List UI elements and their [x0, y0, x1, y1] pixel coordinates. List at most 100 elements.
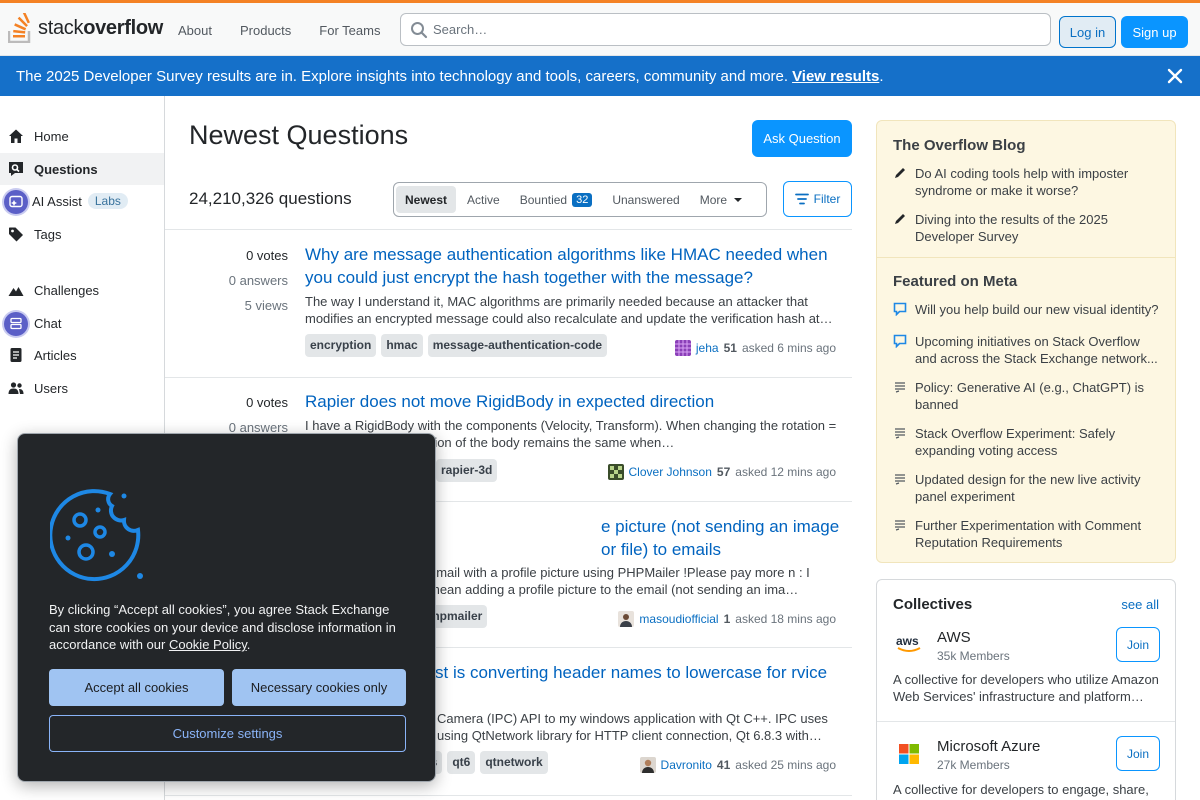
- asked-time[interactable]: asked 6 mins ago: [742, 341, 836, 355]
- asked-time[interactable]: asked 25 mins ago: [735, 758, 836, 772]
- banner-link[interactable]: View results: [792, 68, 879, 85]
- tag[interactable]: qtnetwork: [480, 751, 548, 774]
- necessary-cookies-button[interactable]: Necessary cookies only: [232, 669, 406, 706]
- collective-name[interactable]: Microsoft Azure: [937, 738, 1040, 755]
- nav-products[interactable]: Products: [228, 17, 303, 44]
- nav-about[interactable]: About: [166, 17, 224, 44]
- user-link[interactable]: Clover Johnson: [629, 465, 712, 479]
- collective-name[interactable]: AWS: [937, 629, 971, 646]
- question-title[interactable]: st is converting header names to lowerca…: [435, 661, 840, 684]
- meta-post[interactable]: Stack Overflow Experiment: Safely expand…: [893, 425, 1163, 459]
- question-title[interactable]: e picture (not sending an image or file)…: [601, 515, 851, 561]
- blog-post-title: Do AI coding tools help with imposter sy…: [915, 166, 1129, 198]
- meta-post[interactable]: Will you help build our new visual ident…: [893, 301, 1163, 318]
- question-excerpt: Camera (IPC) API to my windows applicati…: [437, 711, 828, 743]
- asked-time[interactable]: asked 18 mins ago: [735, 612, 836, 626]
- sidebar-item-challenges[interactable]: Challenges: [0, 274, 164, 306]
- question-count: 24,210,326 questions: [189, 189, 352, 208]
- sort-tabs: Newest Active Bountied 32 Unanswered More: [393, 182, 767, 217]
- close-icon[interactable]: [1166, 67, 1184, 85]
- question-title[interactable]: Rapier does not move RigidBody in expect…: [305, 390, 835, 413]
- tag-list: encryption hmac message-authentication-c…: [305, 334, 608, 357]
- top-bar: stackoverflow About Products For Teams S…: [0, 0, 1200, 56]
- tag-list: rs qt6 qtnetwork: [421, 751, 548, 774]
- sidebar-item-questions[interactable]: Questions: [0, 153, 164, 185]
- meta-post-title: Stack Overflow Experiment: Safely expand…: [915, 426, 1116, 458]
- blog-post-title: Diving into the results of the 2025 Deve…: [915, 212, 1108, 244]
- search-icon: [411, 22, 428, 39]
- question-list: 0 votes 0 answers 5 views Why are messag…: [165, 229, 852, 796]
- collective-item: aws AWS 35k Members Join A collective fo…: [877, 620, 1175, 722]
- customize-settings-button[interactable]: Customize settings: [49, 715, 406, 752]
- meta-post-title: Will you help build our new visual ident…: [915, 302, 1159, 317]
- tag[interactable]: encryption: [305, 334, 377, 357]
- tab-newest[interactable]: Newest: [396, 186, 457, 213]
- tab-active[interactable]: Active: [458, 186, 509, 213]
- stack-overflow-logo[interactable]: stackoverflow: [8, 12, 163, 44]
- signup-button[interactable]: Sign up: [1121, 16, 1188, 48]
- meta-post[interactable]: Further Experimentation with Comment Rep…: [893, 517, 1163, 551]
- sidebar-item-home[interactable]: Home: [0, 120, 164, 152]
- sidebar-item-articles[interactable]: Articles: [0, 339, 164, 371]
- login-button[interactable]: Log in: [1059, 16, 1116, 48]
- sidebar-item-label: Tags: [34, 226, 62, 242]
- sidebar-item-label: Chat: [34, 315, 62, 331]
- join-button[interactable]: Join: [1116, 736, 1160, 771]
- user-link[interactable]: masoudiofficial: [639, 612, 718, 626]
- tag[interactable]: hmac: [381, 334, 423, 357]
- sidebar-item-label: Home: [34, 128, 69, 144]
- question-excerpt: The way I understand it, MAC algorithms …: [305, 294, 833, 326]
- sidebar-item-users[interactable]: Users: [0, 372, 164, 404]
- meta-post[interactable]: Policy: Generative AI (e.g., ChatGPT) is…: [893, 379, 1163, 413]
- meta-chat-icon: [893, 334, 907, 348]
- sidebar-item-chat[interactable]: Chat: [0, 307, 164, 339]
- challenges-icon: [8, 287, 24, 296]
- overflow-blog-widget: The Overflow Blog Do AI coding tools hel…: [876, 120, 1176, 563]
- question-excerpt: email with a profile picture using PHPMa…: [429, 565, 810, 597]
- divider: [877, 257, 1175, 258]
- sidebar-item-ai-assist[interactable]: AI Assist Labs: [0, 185, 164, 217]
- avatar[interactable]: [674, 340, 691, 356]
- user-link[interactable]: jeha: [696, 341, 719, 355]
- question-meta: jeha 51 asked 6 mins ago: [674, 340, 836, 356]
- tab-bountied[interactable]: Bountied 32: [511, 186, 602, 213]
- tag[interactable]: message-authentication-code: [427, 334, 608, 357]
- stack-exchange-icon: [895, 428, 905, 439]
- asked-time[interactable]: asked 12 mins ago: [735, 465, 836, 479]
- user-link[interactable]: Davronito: [661, 758, 712, 772]
- collective-description: A collective for developers to engage, s…: [893, 782, 1149, 797]
- cookie-policy-link[interactable]: Cookie Policy: [169, 637, 247, 652]
- meta-post-title: Policy: Generative AI (e.g., ChatGPT) is…: [915, 380, 1145, 412]
- ask-question-button[interactable]: Ask Question: [752, 120, 852, 157]
- blog-post[interactable]: Diving into the results of the 2025 Deve…: [893, 211, 1163, 245]
- accept-all-cookies-button[interactable]: Accept all cookies: [49, 669, 224, 706]
- join-button[interactable]: Join: [1116, 627, 1160, 662]
- meta-post[interactable]: Upcoming initiatives on Stack Overflow a…: [893, 333, 1163, 367]
- filter-button[interactable]: Filter: [783, 181, 852, 217]
- chat-icon: [4, 312, 28, 336]
- cookie-consent-dialog: By clicking “Accept all cookies”, you ag…: [17, 433, 436, 782]
- sidebar-item-tags[interactable]: Tags: [0, 218, 164, 250]
- avatar[interactable]: [639, 757, 656, 773]
- question-stats: 0 votes 0 answers 5 views: [165, 243, 288, 318]
- tag[interactable]: rapier-3d: [436, 459, 498, 482]
- question-meta: Davronito 41 asked 25 mins ago: [639, 757, 836, 773]
- avatar[interactable]: [618, 611, 635, 627]
- tab-unanswered[interactable]: Unanswered: [603, 186, 688, 213]
- see-all-link[interactable]: see all: [1121, 597, 1159, 612]
- sidebar-item-label: Questions: [34, 161, 98, 177]
- tab-more[interactable]: More: [691, 186, 751, 213]
- stack-exchange-icon: [895, 382, 905, 393]
- avatar[interactable]: [607, 464, 624, 480]
- page-title: Newest Questions: [189, 120, 409, 150]
- question-title[interactable]: Why are message authentication algorithm…: [305, 243, 835, 289]
- search-input[interactable]: Search…: [400, 13, 1051, 46]
- meta-post[interactable]: Updated design for the new live activity…: [893, 471, 1163, 505]
- meta-post-title: Updated design for the new live activity…: [915, 472, 1141, 504]
- stack-exchange-icon: [895, 520, 905, 531]
- nav-for-teams[interactable]: For Teams: [307, 17, 392, 44]
- blog-post[interactable]: Do AI coding tools help with imposter sy…: [893, 165, 1163, 199]
- tag[interactable]: qt6: [447, 751, 476, 774]
- stack-overflow-logo-icon: [8, 13, 31, 43]
- home-icon: [9, 129, 23, 143]
